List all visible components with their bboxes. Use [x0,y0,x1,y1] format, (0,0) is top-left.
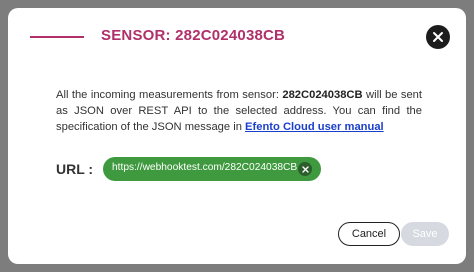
title-decoration-line [30,36,84,38]
description-sensor-id: 282C024038CB [282,89,363,101]
remove-url-icon [301,165,309,173]
description-text-1: All the incoming measurements from senso… [56,89,283,101]
url-chip: https://webhooktest.com/282C024038CB [103,157,321,181]
url-label: URL : [56,161,94,177]
modal-description: All the incoming measurements from senso… [56,87,422,135]
url-value: https://webhooktest.com/282C024038CB [112,162,298,173]
close-icon [433,32,443,42]
save-button[interactable]: Save [401,222,449,246]
cancel-button[interactable]: Cancel [338,222,400,246]
close-button[interactable] [426,25,450,49]
remove-url-button[interactable] [298,162,312,176]
sensor-modal: SENSOR: 282C024038CB All the incoming me… [8,8,466,264]
modal-title: SENSOR: 282C024038CB [101,27,286,44]
user-manual-link[interactable]: Efento Cloud user manual [245,121,384,133]
